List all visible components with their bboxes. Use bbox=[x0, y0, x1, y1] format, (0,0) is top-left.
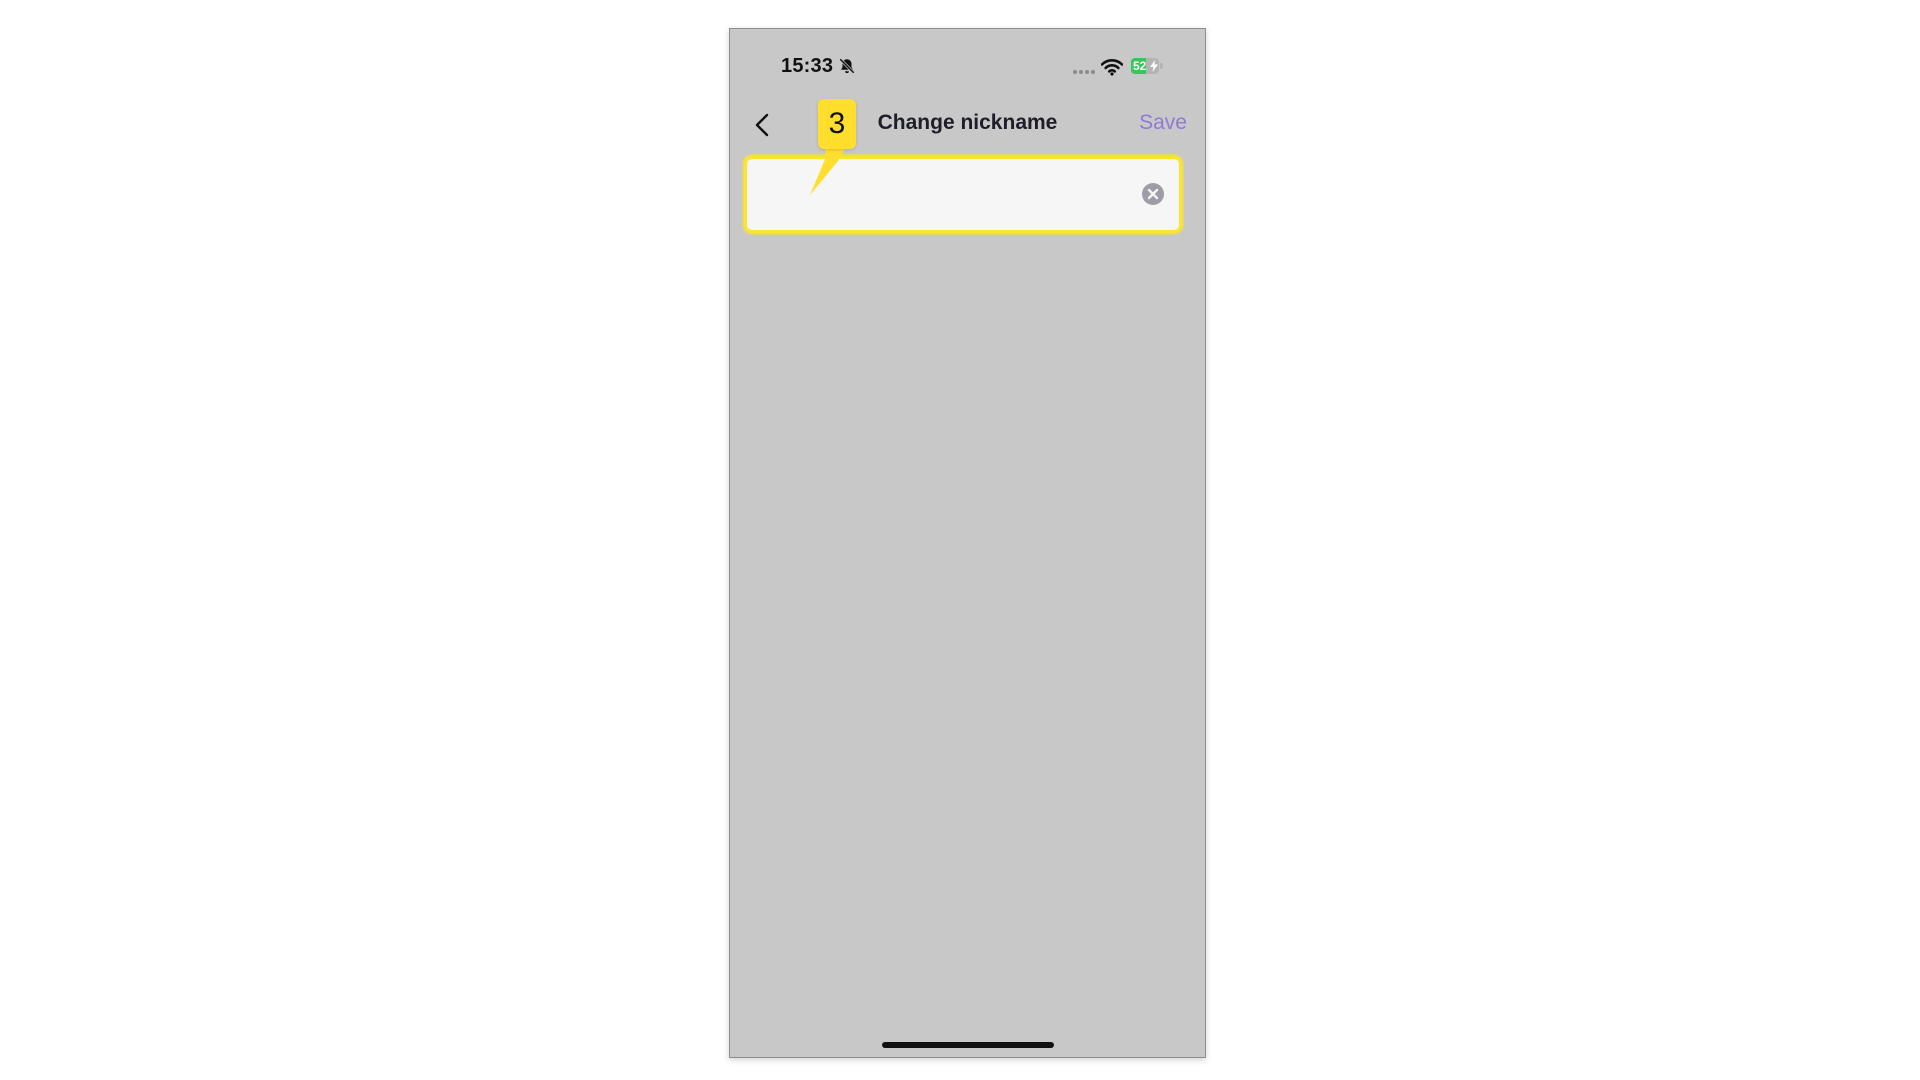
clear-circle-icon[interactable] bbox=[1141, 182, 1165, 206]
callout-pointer bbox=[810, 143, 848, 195]
step-callout: 3 bbox=[810, 99, 864, 195]
battery-charging-icon: 52 bbox=[1131, 58, 1159, 74]
step-number-badge: 3 bbox=[818, 99, 856, 149]
bell-slash-icon bbox=[839, 58, 855, 74]
cellular-signal-icon bbox=[1073, 70, 1095, 74]
battery-percent: 52 bbox=[1133, 59, 1147, 73]
wifi-icon bbox=[1101, 59, 1123, 76]
save-button[interactable]: Save bbox=[1139, 111, 1187, 135]
screenshot-stage: 15:33 52 Change nickname Save 3 bbox=[0, 0, 1920, 1080]
page-title: Change nickname bbox=[877, 111, 1058, 134]
phone-screen: 15:33 52 Change nickname Save 3 bbox=[729, 28, 1206, 1058]
home-indicator[interactable] bbox=[882, 1042, 1054, 1048]
charging-bolt-icon bbox=[1150, 60, 1158, 72]
status-time: 15:33 bbox=[781, 55, 834, 77]
battery-cap bbox=[1160, 63, 1163, 69]
